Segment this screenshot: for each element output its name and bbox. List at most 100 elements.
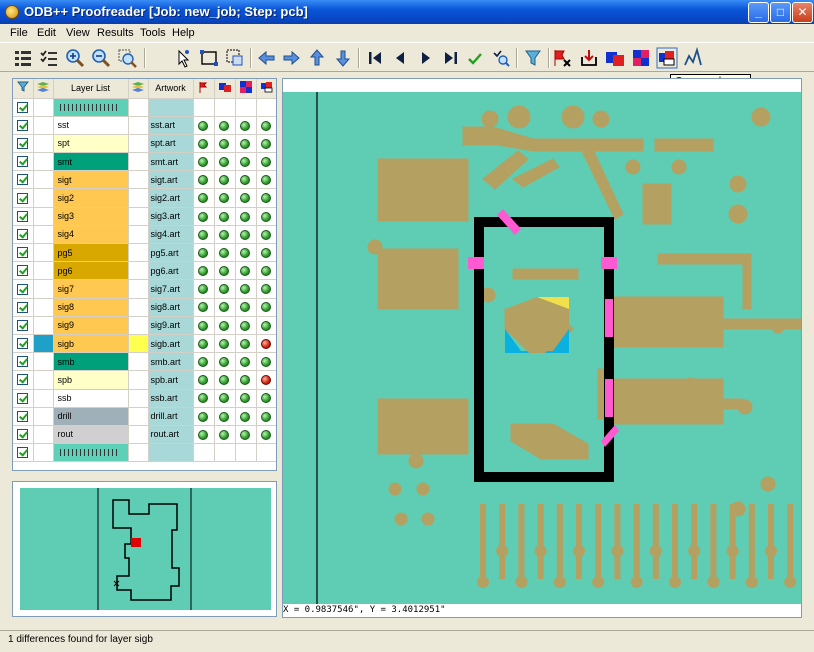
comparison-status-cell[interactable] (214, 134, 236, 154)
diff-column-header[interactable] (193, 79, 215, 99)
maximize-button[interactable]: □ (770, 2, 791, 23)
layer-selection-cell[interactable] (33, 370, 54, 390)
layer-selection-cell[interactable] (33, 443, 54, 463)
comparison-status-cell[interactable] (193, 334, 215, 354)
comparison-status-cell[interactable] (214, 334, 236, 354)
layer-visibility-checkbox[interactable] (17, 410, 28, 422)
layer-visibility-checkbox[interactable] (17, 138, 28, 150)
layer-color-swatch[interactable] (128, 352, 149, 372)
comparison-status-cell[interactable] (256, 389, 276, 408)
comparison-status-cell[interactable] (235, 370, 257, 390)
comparison-status-cell[interactable] (256, 407, 276, 426)
comparison-status-cell[interactable] (193, 298, 215, 317)
artwork-file[interactable]: sst.art (148, 116, 194, 135)
comparison-status-cell[interactable] (193, 170, 215, 190)
artwork-file[interactable]: sig2.art (148, 188, 194, 208)
comparison-status-cell[interactable] (256, 370, 276, 390)
layer-color-swatch[interactable] (128, 443, 149, 463)
layer-color-swatch[interactable] (128, 188, 149, 208)
comparison-status-cell[interactable] (235, 225, 257, 245)
layer-name[interactable]: smb (53, 352, 129, 372)
layer-selection-cell[interactable] (33, 207, 54, 226)
comparison-status-cell[interactable] (214, 116, 236, 135)
select-box-icon[interactable] (198, 47, 220, 69)
layer-row[interactable]: spt spt.art (13, 134, 276, 154)
comparison-status-cell[interactable] (235, 389, 257, 408)
layer-name[interactable]: drill (53, 407, 129, 426)
artwork-file[interactable]: ssb.art (148, 389, 194, 408)
layer-name[interactable]: sig8 (53, 298, 129, 317)
layer-visibility-checkbox[interactable] (17, 265, 28, 277)
layer-selection-cell[interactable] (33, 225, 54, 245)
previous-icon[interactable] (390, 47, 412, 69)
layer-selection-cell[interactable] (33, 243, 54, 263)
comparison-status-cell[interactable] (256, 116, 276, 135)
layer-name[interactable] (53, 443, 129, 463)
comparison-status-cell[interactable] (214, 316, 236, 335)
layer-visibility-checkbox[interactable] (17, 119, 28, 131)
layer-row[interactable]: sigt sigt.art (13, 170, 276, 190)
layer-color-swatch[interactable] (128, 316, 149, 335)
comparison-status-cell[interactable] (214, 152, 236, 172)
layer-color-header[interactable] (128, 79, 149, 99)
layer-name[interactable]: rout (53, 425, 129, 445)
comparison-status-cell[interactable] (214, 225, 236, 245)
comparison-status-cell[interactable] (256, 279, 276, 299)
puzzle-compare-header[interactable] (235, 79, 257, 99)
comparison-status-cell[interactable] (256, 316, 276, 335)
comparison-status-cell[interactable] (214, 188, 236, 208)
check-icon[interactable] (464, 47, 486, 69)
artwork-file[interactable]: sig9.art (148, 316, 194, 335)
layer-name[interactable]: sig7 (53, 279, 129, 299)
comparison-status-cell[interactable] (256, 443, 276, 463)
layer-row[interactable]: sst sst.art (13, 116, 276, 135)
artwork-file[interactable]: sigb.art (148, 334, 194, 354)
comparison-status-cell[interactable] (256, 298, 276, 317)
artwork-file[interactable]: sigt.art (148, 170, 194, 190)
layer-visibility-checkbox[interactable] (17, 283, 28, 295)
layer-visibility-checkbox[interactable] (17, 356, 28, 368)
comparison-status-cell[interactable] (214, 170, 236, 190)
layer-compare-header[interactable] (256, 79, 276, 99)
comparison-status-cell[interactable] (214, 261, 236, 281)
layer-row[interactable]: drill drill.art (13, 407, 276, 426)
clear-differences-icon[interactable] (552, 47, 574, 69)
zoom-out-icon[interactable] (90, 47, 112, 69)
comparison-status-cell[interactable] (235, 279, 257, 299)
comparison-status-cell[interactable] (193, 134, 215, 154)
comparison-status-cell[interactable] (235, 98, 257, 117)
comparison-status-cell[interactable] (214, 98, 236, 117)
layer-color-swatch[interactable] (128, 116, 149, 135)
select-pointer-icon[interactable] (172, 47, 194, 69)
layer-color-swatch[interactable] (128, 170, 149, 190)
comparison-status-cell[interactable] (256, 261, 276, 281)
layer-selection-cell[interactable] (33, 298, 54, 317)
layer-visibility-checkbox[interactable] (17, 338, 28, 350)
artwork-file[interactable] (148, 98, 194, 117)
layer-color-swatch[interactable] (128, 134, 149, 154)
back-arrow-icon[interactable] (256, 47, 278, 69)
layer-color-swatch[interactable] (128, 207, 149, 226)
comparison-status-cell[interactable] (256, 425, 276, 445)
comparison-status-cell[interactable] (235, 243, 257, 263)
layer-name[interactable]: pg6 (53, 261, 129, 281)
checklist-icon[interactable] (38, 47, 60, 69)
layer-visibility-checkbox[interactable] (17, 174, 28, 186)
layer-list-icon[interactable] (12, 47, 34, 69)
layer-visibility-checkbox[interactable] (17, 101, 28, 113)
zoom-area-icon[interactable] (224, 47, 246, 69)
up-arrow-icon[interactable] (306, 47, 328, 69)
artwork-file[interactable]: sig7.art (148, 279, 194, 299)
layer-selection-cell[interactable] (33, 279, 54, 299)
artwork-file[interactable]: sig3.art (148, 207, 194, 226)
artwork-file[interactable]: smt.art (148, 152, 194, 172)
layer-row[interactable]: smb smb.art (13, 352, 276, 372)
layer-row[interactable]: spb spb.art (13, 370, 276, 390)
comparison-status-cell[interactable] (256, 134, 276, 154)
comparison-status-cell[interactable] (193, 243, 215, 263)
comparison-status-cell[interactable] (256, 188, 276, 208)
comparison-status-cell[interactable] (214, 389, 236, 408)
menu-tools[interactable]: Tools (140, 27, 166, 39)
comparison-status-cell[interactable] (256, 207, 276, 226)
layer-color-swatch[interactable] (128, 334, 149, 354)
